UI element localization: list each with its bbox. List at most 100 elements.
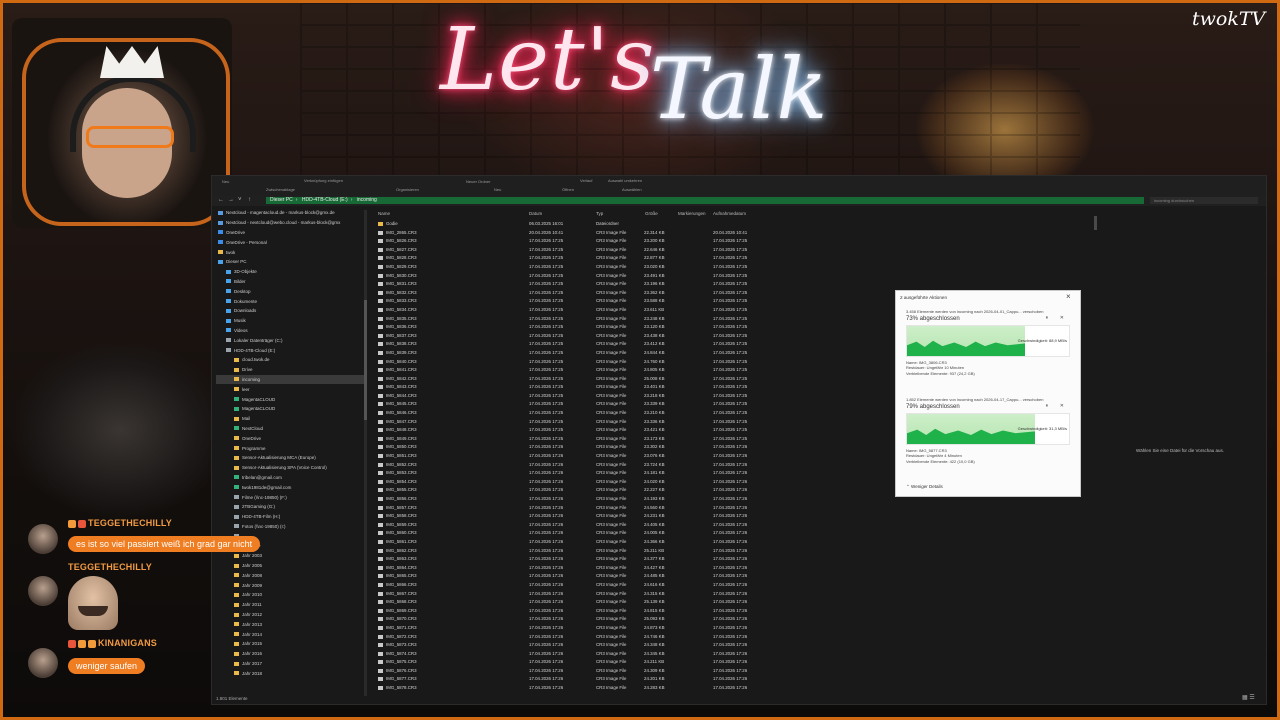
sidebar-item[interactable]: cloud.twok.de (216, 355, 364, 365)
ribbon-label[interactable]: Neu (222, 179, 229, 184)
up-arrow-icon[interactable]: ↑ (248, 197, 251, 203)
column-date[interactable]: Datum (529, 211, 542, 216)
table-row[interactable]: IMG_5854.CR3 17.04.2026 17:26 CR3 Image Fi… (372, 478, 932, 487)
table-row[interactable]: IMG_5850.CR3 17.04.2026 17:26 CR3 Image Fi… (372, 443, 932, 452)
forward-arrow-icon[interactable]: → (228, 197, 234, 203)
scrollbar-thumb[interactable] (1094, 216, 1097, 230)
ribbon-label[interactable]: Neuer Ordner (466, 179, 490, 184)
table-row[interactable]: IMG_5869.CR3 17.04.2026 17:26 CR3 Image Fi… (372, 607, 932, 616)
breadcrumb-item[interactable]: Dieser PC (270, 197, 293, 203)
breadcrumb[interactable]: Dieser PC › HDD-4TB-Cloud (E:) › incoming (266, 197, 1144, 204)
table-row[interactable]: IMG_5832.CR3 17.04.2026 17:25 CR3 Image Fi… (372, 289, 932, 298)
table-row[interactable]: IMG_5857.CR3 17.04.2026 17:26 CR3 Image Fi… (372, 504, 932, 513)
sidebar-item[interactable]: OneDrive (216, 433, 364, 443)
table-row[interactable]: IMG_5841.CR3 17.04.2026 17:25 CR3 Image Fi… (372, 366, 932, 375)
table-row[interactable]: IMG_5859.CR3 17.04.2026 17:26 CR3 Image Fi… (372, 521, 932, 530)
table-row[interactable]: IMG_5838.CR3 17.04.2026 17:25 CR3 Image Fi… (372, 340, 932, 349)
ribbon-label[interactable]: Öffnen (562, 187, 574, 192)
table-row[interactable]: IMG_5855.CR3 17.04.2026 17:26 CR3 Image Fi… (372, 486, 932, 495)
pause-icon[interactable]: ⏸ (1045, 315, 1048, 321)
table-row[interactable]: IMG_5831.CR3 17.04.2026 17:25 CR3 Image Fi… (372, 280, 932, 289)
less-details-button[interactable]: ⌃ Weniger Details (906, 484, 943, 490)
sidebar-item[interactable]: 3D-Objekte (216, 267, 364, 277)
sidebar-item[interactable]: Musik (216, 316, 364, 326)
table-row[interactable]: IMG_5871.CR3 17.04.2026 17:26 CR3 Image Fi… (372, 624, 932, 633)
table-row[interactable]: IMG_5876.CR3 17.04.2026 17:26 CR3 Image Fi… (372, 667, 932, 676)
breadcrumb-item[interactable]: incoming (357, 197, 377, 203)
sidebar-item[interactable]: NextCloud (216, 424, 364, 434)
sidebar-item[interactable]: twok (216, 247, 364, 257)
sidebar-item[interactable]: tribelan@gmail.com (216, 473, 364, 483)
table-row[interactable]: IMG_5840.CR3 17.04.2026 17:25 CR3 Image Fi… (372, 358, 932, 367)
sidebar-item[interactable]: 2TBGaming (G:) (216, 502, 364, 512)
table-row[interactable]: IMG_5867.CR3 17.04.2026 17:26 CR3 Image Fi… (372, 590, 932, 599)
sidebar-item[interactable]: incoming (216, 374, 364, 385)
table-row[interactable]: IMG_5842.CR3 17.04.2026 17:25 CR3 Image Fi… (372, 375, 932, 384)
sidebar-item[interactable]: MagentaCLOUD (216, 394, 364, 404)
table-row[interactable]: IMG_5828.CR3 17.04.2026 17:25 CR3 Image Fi… (372, 254, 932, 263)
close-icon[interactable]: × (1066, 292, 1071, 301)
table-row[interactable]: IMG_5827.CR3 17.04.2026 17:25 CR3 Image Fi… (372, 246, 932, 255)
table-row[interactable]: IMG_5863.CR3 17.04.2026 17:26 CR3 Image Fi… (372, 555, 932, 564)
table-row[interactable]: IMG_5870.CR3 17.04.2026 17:26 CR3 Image Fi… (372, 615, 932, 624)
table-row[interactable]: IMG_5858.CR3 17.04.2026 17:26 CR3 Image Fi… (372, 512, 932, 521)
table-row[interactable]: IMG_5868.CR3 17.04.2026 17:26 CR3 Image Fi… (372, 598, 932, 607)
table-row[interactable]: IMG_5862.CR3 17.04.2026 17:26 CR3 Image Fi… (372, 547, 932, 556)
sidebar-item[interactable]: Bilder (216, 277, 364, 287)
file-list-scrollbar[interactable] (1094, 210, 1098, 696)
table-row[interactable]: IMG_5860.CR3 17.04.2026 17:26 CR3 Image Fi… (372, 529, 932, 538)
table-row[interactable]: IMG_5865.CR3 17.04.2026 17:26 CR3 Image Fi… (372, 572, 932, 581)
sidebar-item[interactable]: Nextcloud - nextcloud@webo.cloud - marku… (216, 218, 364, 228)
ribbon-label[interactable]: Zwischenablage (266, 187, 295, 192)
table-row[interactable]: IMG_5872.CR3 17.04.2026 17:26 CR3 Image Fi… (372, 633, 932, 642)
pause-icon[interactable]: ⏸ (1045, 403, 1048, 409)
table-row[interactable]: IMG_5866.CR3 17.04.2026 17:26 CR3 Image Fi… (372, 581, 932, 590)
sidebar-item[interactable]: Videos (216, 326, 364, 336)
table-row[interactable]: IMG_5853.CR3 17.04.2026 17:26 CR3 Image Fi… (372, 469, 932, 478)
sidebar-item[interactable]: Dieser PC (216, 257, 364, 267)
table-row[interactable]: IMG_5873.CR3 17.04.2026 17:26 CR3 Image Fi… (372, 641, 932, 650)
table-row[interactable]: IMG_5856.CR3 17.04.2026 17:26 CR3 Image Fi… (372, 495, 932, 504)
sidebar-item[interactable]: leer (216, 384, 364, 394)
table-row[interactable]: IMG_5846.CR3 17.04.2026 17:25 CR3 Image Fi… (372, 409, 932, 418)
sidebar-item[interactable]: Programme (216, 443, 364, 453)
table-row[interactable]: IMG_5830.CR3 17.04.2026 17:25 CR3 Image Fi… (372, 272, 932, 281)
sidebar-item[interactable]: HDD-4TB-Cloud (E:) (216, 345, 364, 355)
column-tags[interactable]: Markierungen (678, 211, 706, 216)
view-toggle-icon[interactable]: ▦ ☰ (1242, 694, 1255, 701)
column-type[interactable]: Typ (596, 211, 603, 216)
ribbon-label[interactable]: Auswählen (622, 187, 642, 192)
back-arrow-icon[interactable]: ← (218, 197, 224, 203)
table-row[interactable]: IMG_5848.CR3 17.04.2026 17:25 CR3 Image Fi… (372, 426, 932, 435)
table-row[interactable]: IMG_5851.CR3 17.04.2026 17:26 CR3 Image Fi… (372, 452, 932, 461)
sidebar-item[interactable]: Filme (\\nc-19850) (F:) (216, 492, 364, 502)
table-row[interactable]: IMG_5878.CR3 17.04.2026 17:26 CR3 Image Fi… (372, 684, 932, 693)
search-input[interactable]: incoming durchsuchen (1150, 197, 1258, 204)
sidebar-item[interactable]: Sensor-Aktualisierung SPA (Voice Control… (216, 463, 364, 473)
nav-scrollbar[interactable] (364, 210, 367, 696)
table-row[interactable]: IMG_5852.CR3 17.04.2026 17:26 CR3 Image Fi… (372, 461, 932, 470)
ribbon-label[interactable]: Neu (494, 187, 501, 192)
table-row[interactable]: IMG_2865.CR3 20.04.2026 10:41 CR3 Image Fi… (372, 229, 932, 238)
sidebar-item[interactable]: Lokaler Datenträger (C:) (216, 335, 364, 345)
table-row[interactable]: IMG_5836.CR3 17.04.2026 17:25 CR3 Image Fi… (372, 323, 932, 332)
ribbon-label[interactable]: Verlauf (580, 178, 592, 183)
cancel-icon[interactable]: ✕ (1060, 403, 1064, 409)
table-row[interactable]: IMG_5839.CR3 17.04.2026 17:25 CR3 Image Fi… (372, 349, 932, 358)
table-row[interactable]: IMG_5837.CR3 17.04.2026 17:25 CR3 Image Fi… (372, 332, 932, 341)
table-row[interactable]: IMG_5843.CR3 17.04.2026 17:25 CR3 Image Fi… (372, 383, 932, 392)
column-date-taken[interactable]: Aufnahmedatum (713, 211, 746, 216)
table-row[interactable]: IMG_5847.CR3 17.04.2026 17:25 CR3 Image Fi… (372, 418, 932, 427)
table-row[interactable]: IMG_5844.CR3 17.04.2026 17:25 CR3 Image Fi… (372, 392, 932, 401)
sidebar-item[interactable]: Desktop (216, 286, 364, 296)
sidebar-item[interactable]: Mail (216, 414, 364, 424)
table-row[interactable]: IMG_5845.CR3 17.04.2026 17:25 CR3 Image Fi… (372, 400, 932, 409)
column-name[interactable]: Name (378, 211, 390, 216)
sidebar-item[interactable]: Sensor-Aktualisierung MCA (Europe) (216, 453, 364, 463)
table-row[interactable]: IMG_5833.CR3 17.04.2026 17:25 CR3 Image Fi… (372, 297, 932, 306)
breadcrumb-item[interactable]: HDD-4TB-Cloud (E:) (302, 197, 348, 203)
sidebar-item[interactable]: twok1981de@gmail.com (216, 482, 364, 492)
cancel-icon[interactable]: ✕ (1060, 315, 1064, 321)
table-row[interactable]: Godie 06.03.2025 16:01 Dateiordner (372, 220, 932, 229)
sidebar-item[interactable]: OneDrive (216, 228, 364, 238)
